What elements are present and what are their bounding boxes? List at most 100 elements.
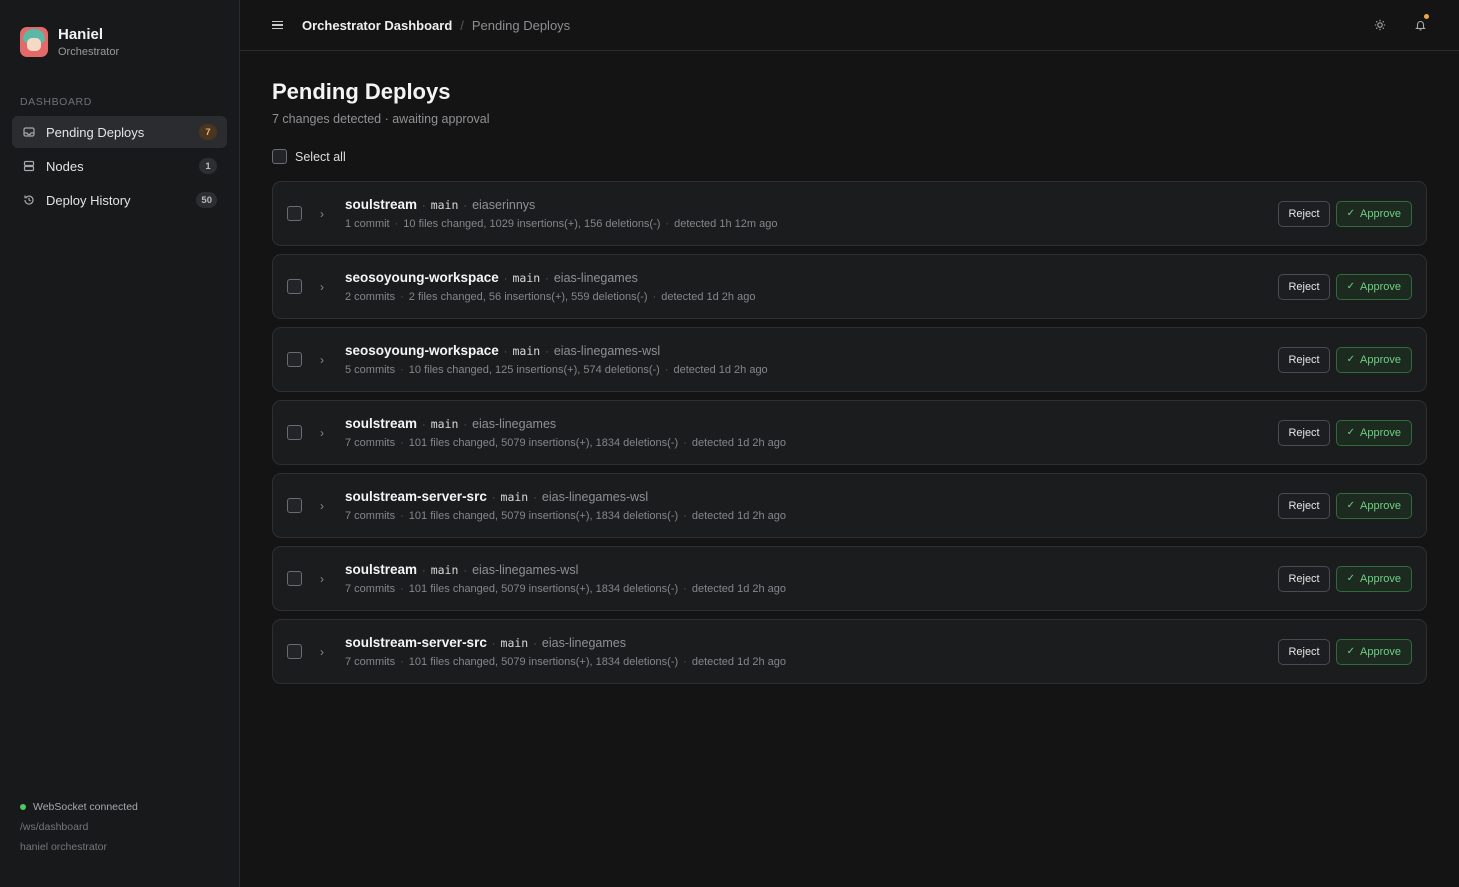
breadcrumb-root[interactable]: Orchestrator Dashboard bbox=[302, 18, 452, 33]
change-summary: 101 files changed, 5079 insertions(+), 1… bbox=[408, 583, 679, 595]
approve-label: Approve bbox=[1360, 280, 1401, 293]
detected-time: detected 1d 2h ago bbox=[691, 656, 787, 668]
deploy-card: › soulstream · main · eias-linegames-wsl… bbox=[272, 546, 1427, 611]
history-icon bbox=[22, 193, 36, 207]
content: Pending Deploys 7 changes detected · awa… bbox=[240, 51, 1459, 684]
reject-button[interactable]: Reject bbox=[1278, 419, 1330, 446]
repo-name: soulstream-server-src bbox=[345, 489, 487, 504]
deploy-checkbox[interactable] bbox=[287, 498, 302, 513]
bell-icon[interactable] bbox=[1413, 14, 1429, 33]
branch-name: main bbox=[430, 417, 459, 431]
reject-button[interactable]: Reject bbox=[1278, 200, 1330, 227]
deploy-actions: Reject ✓ Approve bbox=[1278, 492, 1412, 519]
approve-label: Approve bbox=[1360, 645, 1401, 658]
page-title: Pending Deploys bbox=[272, 79, 451, 104]
sidebar-item-label: Pending Deploys bbox=[46, 124, 145, 140]
approve-button[interactable]: ✓ Approve bbox=[1335, 200, 1412, 227]
deploy-checkbox[interactable] bbox=[287, 425, 302, 440]
breadcrumb-current: Pending Deploys bbox=[471, 17, 571, 33]
deploy-card: › seosoyoung-workspace · main · eias-lin… bbox=[272, 254, 1427, 319]
brand[interactable]: Haniel Orchestrator bbox=[0, 0, 239, 58]
main-area: Orchestrator Dashboard / Pending Deploys… bbox=[240, 0, 1459, 887]
branch-name: main bbox=[500, 490, 529, 504]
sidebar-item-nodes[interactable]: Nodes 1 bbox=[12, 150, 227, 182]
deploy-checkbox[interactable] bbox=[287, 571, 302, 586]
deploy-info: seosoyoung-workspace · main · eias-lineg… bbox=[345, 343, 768, 376]
reject-button[interactable]: Reject bbox=[1278, 638, 1330, 665]
deploy-info: soulstream-server-src · main · eias-line… bbox=[345, 635, 787, 668]
host-name: eias-linegames bbox=[553, 271, 638, 285]
host-name: eias-linegames bbox=[541, 636, 626, 650]
reject-button[interactable]: Reject bbox=[1278, 492, 1330, 519]
select-all[interactable]: Select all bbox=[272, 149, 1427, 164]
sidebar-item-deploy-history[interactable]: Deploy History 50 bbox=[12, 184, 227, 216]
deploy-info: soulstream · main · eias-linegames 7 com… bbox=[345, 416, 787, 449]
change-summary: 101 files changed, 5079 insertions(+), 1… bbox=[408, 437, 679, 449]
chevron-right-icon[interactable]: › bbox=[317, 572, 327, 586]
approve-button[interactable]: ✓ Approve bbox=[1335, 273, 1412, 300]
detected-time: detected 1d 2h ago bbox=[691, 510, 787, 522]
deploy-actions: Reject ✓ Approve bbox=[1278, 200, 1412, 227]
commit-count: 5 commits bbox=[345, 364, 396, 376]
chevron-right-icon[interactable]: › bbox=[317, 645, 327, 659]
approve-label: Approve bbox=[1360, 499, 1401, 512]
deploy-info: soulstream-server-src · main · eias-line… bbox=[345, 489, 787, 522]
approve-button[interactable]: ✓ Approve bbox=[1335, 346, 1412, 373]
commit-count: 1 commit bbox=[345, 218, 390, 230]
commit-count: 7 commits bbox=[345, 510, 396, 522]
server-icon bbox=[22, 159, 36, 173]
host-name: eias-linegames-wsl bbox=[553, 344, 661, 358]
approve-button[interactable]: ✓ Approve bbox=[1335, 492, 1412, 519]
branch-name: main bbox=[500, 636, 529, 650]
detected-time: detected 1d 2h ago bbox=[691, 583, 787, 595]
deploy-checkbox[interactable] bbox=[287, 279, 302, 294]
app-label: haniel orchestrator bbox=[20, 841, 107, 853]
websocket-status: WebSocket connected bbox=[20, 797, 138, 817]
deploy-checkbox[interactable] bbox=[287, 644, 302, 659]
chevron-right-icon[interactable]: › bbox=[317, 280, 327, 294]
branch-name: main bbox=[430, 198, 459, 212]
reject-button[interactable]: Reject bbox=[1278, 346, 1330, 373]
check-icon: ✓ bbox=[1346, 354, 1356, 365]
check-icon: ✓ bbox=[1346, 281, 1356, 292]
check-icon: ✓ bbox=[1346, 208, 1356, 219]
chevron-right-icon[interactable]: › bbox=[317, 426, 327, 440]
change-summary: 10 files changed, 125 insertions(+), 574… bbox=[408, 364, 660, 376]
approve-label: Approve bbox=[1360, 353, 1401, 366]
count-badge: 50 bbox=[196, 192, 217, 208]
chevron-right-icon[interactable]: › bbox=[317, 499, 327, 513]
detected-time: detected 1d 2h ago bbox=[691, 437, 787, 449]
chevron-right-icon[interactable]: › bbox=[317, 207, 327, 221]
menu-icon[interactable] bbox=[272, 20, 284, 30]
reject-button[interactable]: Reject bbox=[1278, 565, 1330, 592]
deploy-card: › soulstream-server-src · main · eias-li… bbox=[272, 473, 1427, 538]
deploy-actions: Reject ✓ Approve bbox=[1278, 346, 1412, 373]
deploy-card: › soulstream-server-src · main · eias-li… bbox=[272, 619, 1427, 684]
page-subtitle: 7 changes detected · awaiting approval bbox=[272, 112, 490, 126]
approve-button[interactable]: ✓ Approve bbox=[1335, 565, 1412, 592]
status-dot-icon bbox=[20, 804, 26, 810]
host-name: eias-linegames bbox=[472, 417, 557, 431]
deploy-checkbox[interactable] bbox=[287, 206, 302, 221]
approve-label: Approve bbox=[1360, 207, 1401, 220]
sun-icon[interactable] bbox=[1373, 17, 1387, 33]
deploy-card: › soulstream · main · eiaserinnys 1 comm… bbox=[272, 181, 1427, 246]
sidebar-item-pending-deploys[interactable]: Pending Deploys 7 bbox=[12, 116, 227, 148]
approve-label: Approve bbox=[1360, 572, 1401, 585]
deploy-info: soulstream · main · eias-linegames-wsl 7… bbox=[345, 562, 787, 595]
select-all-checkbox[interactable] bbox=[272, 149, 287, 164]
deploy-list: › soulstream · main · eiaserinnys 1 comm… bbox=[272, 181, 1427, 684]
sidebar-nav: Pending Deploys 7 Nodes 1 Deploy History… bbox=[0, 116, 239, 216]
check-icon: ✓ bbox=[1346, 427, 1356, 438]
topbar-actions bbox=[1373, 14, 1429, 33]
approve-button[interactable]: ✓ Approve bbox=[1335, 638, 1412, 665]
deploy-actions: Reject ✓ Approve bbox=[1278, 419, 1412, 446]
chevron-right-icon[interactable]: › bbox=[317, 353, 327, 367]
change-summary: 101 files changed, 5079 insertions(+), 1… bbox=[408, 510, 679, 522]
approve-button[interactable]: ✓ Approve bbox=[1335, 419, 1412, 446]
brand-subtitle: Orchestrator bbox=[58, 46, 120, 58]
deploy-checkbox[interactable] bbox=[287, 352, 302, 367]
select-all-label: Select all bbox=[295, 149, 346, 164]
sidebar-footer: WebSocket connected /ws/dashboard haniel… bbox=[20, 797, 138, 857]
reject-button[interactable]: Reject bbox=[1278, 273, 1330, 300]
